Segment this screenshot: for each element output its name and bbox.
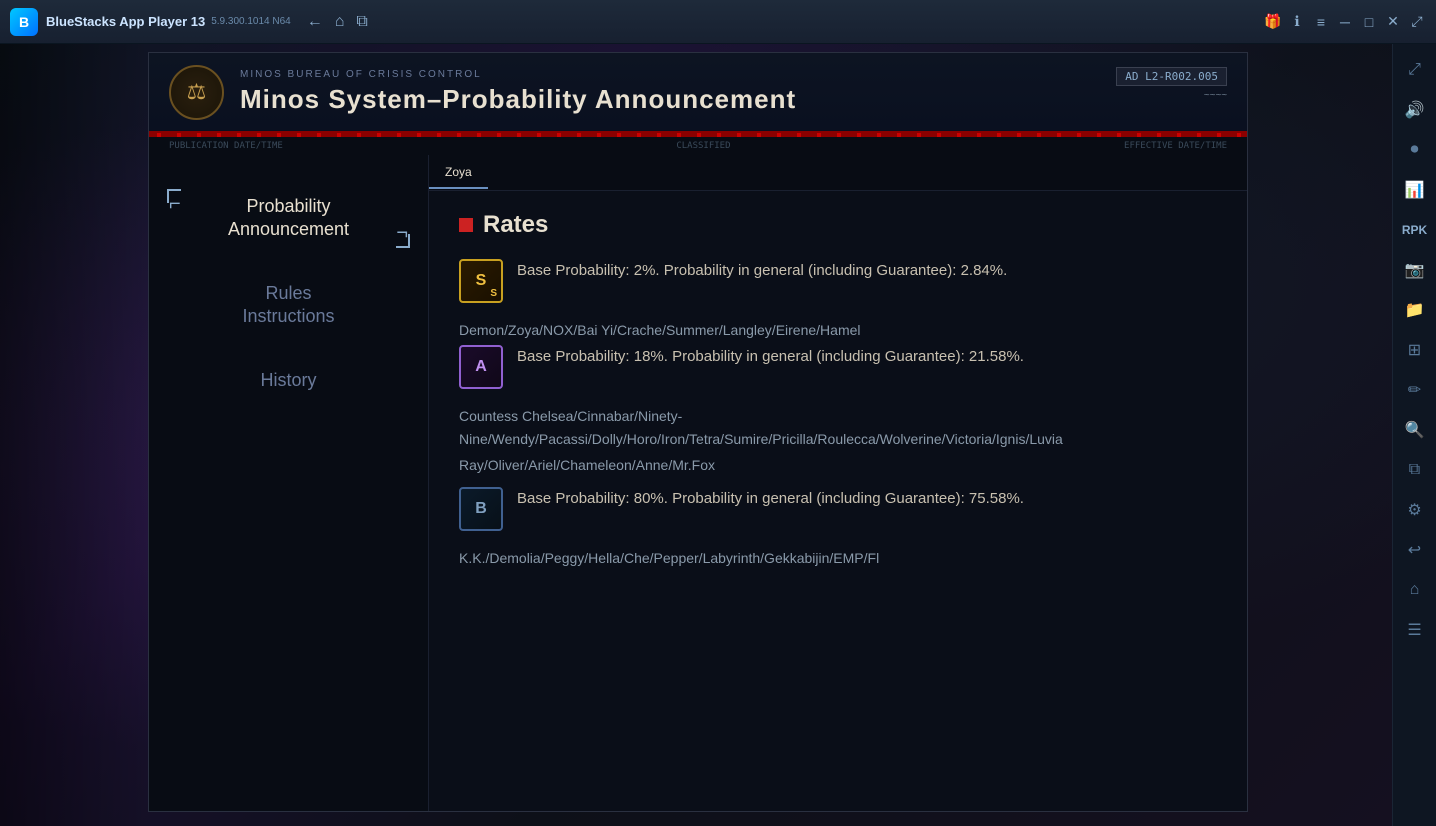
- minimize-button[interactable]: ─: [1336, 13, 1354, 31]
- meta-bar: PUBLICATION DATE/TIME CLASSIFIED EFFECTI…: [149, 137, 1247, 155]
- close-button[interactable]: ✕: [1384, 13, 1402, 31]
- search-sidebar-icon[interactable]: 🔍: [1399, 414, 1431, 446]
- s-rank-row: S Base Probability: 2%. Probability in g…: [459, 259, 1217, 303]
- a-rank-row: A Base Probability: 18%. Probability in …: [459, 345, 1217, 389]
- document-container: ⚖ MINOS BUREAU OF CRISIS CONTROL Minos S…: [148, 52, 1248, 812]
- doc-content-area: ProbabilityAnnouncement RulesInstruction…: [149, 155, 1247, 812]
- layout-sidebar-icon[interactable]: ⊞: [1399, 334, 1431, 366]
- doc-id-badge: AD L2-R002.005: [1116, 67, 1227, 86]
- org-logo: ⚖: [169, 65, 224, 120]
- folder-sidebar-icon[interactable]: 📁: [1399, 294, 1431, 326]
- meta-left: PUBLICATION DATE/TIME: [169, 141, 283, 151]
- org-name: MINOS BUREAU OF CRISIS CONTROL: [240, 69, 796, 80]
- record-sidebar-icon[interactable]: ⏺: [1399, 134, 1431, 166]
- b-rank-char-list-1: Countess Chelsea/Cinnabar/Ninety-Nine/We…: [459, 405, 1217, 450]
- nav-rules-instructions[interactable]: RulesInstructions: [149, 262, 428, 349]
- b-rank-text: Base Probability: 80%. Probability in ge…: [517, 487, 1217, 511]
- b-rank-badge: B: [459, 487, 503, 531]
- a-rank-text: Base Probability: 18%. Probability in ge…: [517, 345, 1217, 369]
- bracket-br: [396, 234, 410, 248]
- performance-sidebar-icon[interactable]: 📊: [1399, 174, 1431, 206]
- b-rank-entry: Countess Chelsea/Cinnabar/Ninety-Nine/We…: [459, 405, 1217, 530]
- edit-sidebar-icon[interactable]: ✏: [1399, 374, 1431, 406]
- a-rank-char-list: Demon/Zoya/NOX/Bai Yi/Crache/Summer/Lang…: [459, 319, 1217, 341]
- s-rank-entry: S Base Probability: 2%. Probability in g…: [459, 259, 1217, 303]
- doc-title: Minos System–Probability Announcement: [240, 84, 796, 115]
- rates-header: Rates: [459, 211, 1217, 239]
- doc-nav: ProbabilityAnnouncement RulesInstruction…: [149, 155, 429, 812]
- doc-header: ⚖ MINOS BUREAU OF CRISIS CONTROL Minos S…: [149, 53, 1247, 133]
- back-sidebar-icon[interactable]: ↩: [1399, 534, 1431, 566]
- right-sidebar: ⤢ 🔊 ⏺ 📊 RPK 📷 📁 ⊞ ✏ 🔍 ⧉ ⚙ ↩ ⌂ ☰: [1392, 44, 1436, 826]
- bracket-tl: [167, 189, 181, 203]
- rates-section: Rates S Base Probability: 2%. Probabilit…: [429, 191, 1247, 593]
- options-sidebar-icon[interactable]: ☰: [1399, 614, 1431, 646]
- nav-probability-label: ProbabilityAnnouncement: [228, 196, 349, 239]
- rpk-sidebar-icon[interactable]: RPK: [1399, 214, 1431, 246]
- home-button[interactable]: ⌂: [335, 13, 345, 31]
- titlebar: B BlueStacks App Player 13 5.9.300.1014 …: [0, 0, 1436, 44]
- char-tab-bar: Zoya: [429, 155, 1247, 191]
- a-rank-badge: A: [459, 345, 503, 389]
- doc-signature: ~~~~: [1204, 90, 1227, 101]
- nav-history-label: History: [260, 370, 316, 390]
- info-button[interactable]: ℹ: [1288, 13, 1306, 31]
- settings-sidebar-icon[interactable]: ⚙: [1399, 494, 1431, 526]
- camera-sidebar-icon[interactable]: 📷: [1399, 254, 1431, 286]
- app-logo: B: [10, 8, 38, 36]
- maximize-button[interactable]: □: [1360, 13, 1378, 31]
- titlebar-nav: ← ⌂ ⧉: [307, 13, 368, 31]
- doc-id-area: AD L2-R002.005 ~~~~: [1116, 67, 1227, 101]
- meta-center: CLASSIFIED: [676, 141, 730, 151]
- window-controls: 🎁 ℹ ≡ ─ □ ✕ ⤢: [1264, 13, 1426, 31]
- meta-right: EFFECTIVE DATE/TIME: [1124, 141, 1227, 151]
- app-version: 5.9.300.1014 N64: [211, 16, 291, 27]
- game-background: ⚖ MINOS BUREAU OF CRISIS CONTROL Minos S…: [0, 44, 1392, 826]
- header-text: MINOS BUREAU OF CRISIS CONTROL Minos Sys…: [240, 69, 796, 115]
- b-rank-row: B Base Probability: 80%. Probability in …: [459, 487, 1217, 531]
- a-rank-entry: Demon/Zoya/NOX/Bai Yi/Crache/Summer/Lang…: [459, 319, 1217, 389]
- gift-button[interactable]: 🎁: [1264, 13, 1282, 31]
- b-rank-char-list-2: Ray/Oliver/Ariel/Chameleon/Anne/Mr.Fox: [459, 454, 1217, 476]
- menu-button[interactable]: ≡: [1312, 13, 1330, 31]
- nav-history[interactable]: History: [149, 349, 428, 412]
- rates-indicator: [459, 218, 473, 232]
- expand-button[interactable]: ⤢: [1408, 13, 1426, 31]
- rates-title: Rates: [483, 211, 548, 239]
- s-rank-badge: S: [459, 259, 503, 303]
- tabs-button[interactable]: ⧉: [356, 13, 367, 31]
- layers-sidebar-icon[interactable]: ⧉: [1399, 454, 1431, 486]
- app-name: BlueStacks App Player 13: [46, 14, 205, 29]
- nav-rules-label: RulesInstructions: [242, 283, 334, 326]
- left-decoration: [0, 44, 148, 826]
- home-sidebar-icon[interactable]: ⌂: [1399, 574, 1431, 606]
- speaker-sidebar-icon[interactable]: 🔊: [1399, 94, 1431, 126]
- char-tab-zoya[interactable]: Zoya: [429, 157, 488, 189]
- back-button[interactable]: ←: [307, 13, 323, 31]
- expand-sidebar-icon[interactable]: ⤢: [1399, 54, 1431, 86]
- doc-main-content[interactable]: Zoya Rates S Base Probabilit: [429, 155, 1247, 812]
- nav-probability-announcement[interactable]: ProbabilityAnnouncement: [149, 175, 428, 262]
- s-rank-text: Base Probability: 2%. Probability in gen…: [517, 259, 1217, 283]
- b-rank-extra-chars: K.K./Demolia/Peggy/Hella/Che/Pepper/Laby…: [459, 547, 1217, 569]
